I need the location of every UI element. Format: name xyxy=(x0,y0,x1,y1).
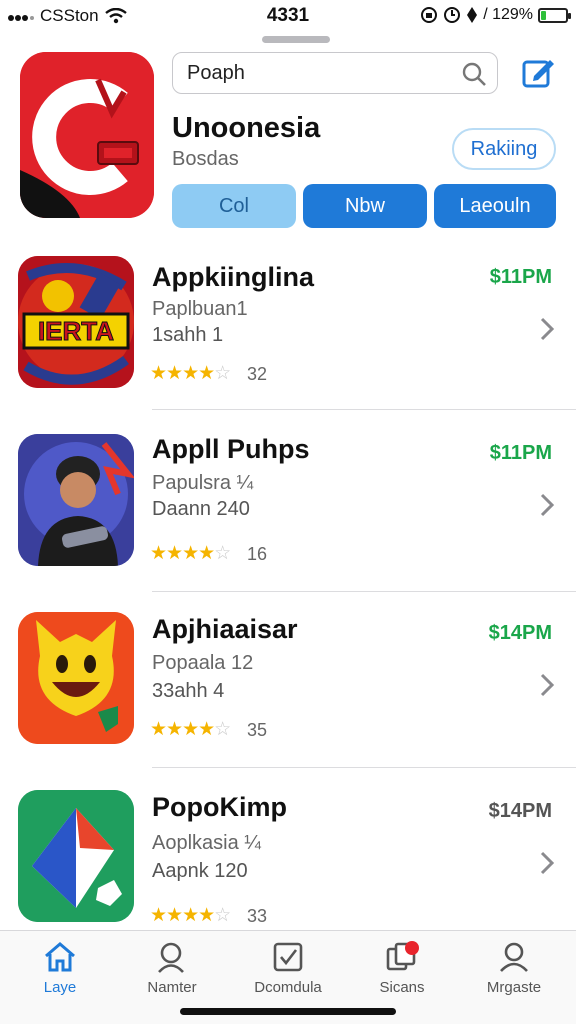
segment-button-1[interactable]: Col xyxy=(172,184,296,228)
featured-logo-icon xyxy=(20,52,154,218)
battery-percent: / 129% xyxy=(483,6,533,23)
rating-count: 32 xyxy=(247,364,268,384)
tab-4[interactable]: Sicans xyxy=(354,937,450,996)
search-input-text[interactable]: Poaph xyxy=(187,62,245,85)
checkbox-icon xyxy=(273,942,303,972)
battery-icon xyxy=(538,7,571,23)
app-price[interactable]: $11PM xyxy=(490,266,552,289)
featured-app-icon[interactable] xyxy=(20,52,154,218)
segment-button-3[interactable]: Laeouln xyxy=(434,184,556,228)
sheet-grabber[interactable] xyxy=(262,36,330,43)
badge-stack-icon xyxy=(386,941,419,971)
app-price[interactable]: $14PM xyxy=(489,800,552,823)
tab-label: Mrgaste xyxy=(486,979,542,996)
segment-button-2[interactable]: Nbw xyxy=(303,184,427,228)
compose-icon[interactable] xyxy=(520,54,556,90)
chevron-right-icon[interactable] xyxy=(538,672,556,698)
tab-label: Sicans xyxy=(379,979,425,996)
lock-rotation-icon xyxy=(421,7,438,23)
rating-count: 35 xyxy=(247,720,268,740)
app-line-1: Popaala 12 xyxy=(152,652,254,674)
app-price[interactable]: $14PM xyxy=(489,622,552,645)
tab-2[interactable]: Namter xyxy=(124,937,220,996)
home-icon xyxy=(45,942,75,972)
list-item[interactable]: PopoKimp $14PM Aoplkasia ¼ Aapnk 120 ★★★… xyxy=(0,790,576,930)
chevron-right-icon[interactable] xyxy=(538,492,556,518)
app-name: Appkiinglina xyxy=(152,262,314,292)
home-indicator[interactable] xyxy=(180,1008,396,1015)
list-item[interactable]: Apjhiaaisar $14PM Popaala 12 33ahh 4 ★★★… xyxy=(0,612,576,768)
app-icon-art-2 xyxy=(18,434,134,566)
app-price[interactable]: $11PM xyxy=(490,442,552,465)
app-icon[interactable] xyxy=(18,612,134,744)
rating-count: 16 xyxy=(247,544,268,564)
app-line-2: 33ahh 4 xyxy=(152,680,225,702)
app-line-2: 1sahh 1 xyxy=(152,324,224,346)
app-line-2: Daann 240 xyxy=(152,498,250,520)
app-title: Unoonesia xyxy=(172,112,321,144)
location-icon xyxy=(467,7,478,23)
alarm-icon xyxy=(444,7,461,23)
app-name: PopoKimp xyxy=(152,792,287,822)
app-icon-art-4 xyxy=(18,790,134,922)
star-rating: ★★★★☆ xyxy=(150,363,231,384)
row-divider xyxy=(152,591,576,592)
tab-5[interactable]: Mrgaste xyxy=(466,937,562,996)
tab-label: Namter xyxy=(147,979,197,996)
row-divider xyxy=(152,409,576,410)
app-icon[interactable]: IERTA xyxy=(18,256,134,388)
search-icon[interactable] xyxy=(461,61,487,87)
status-right: / 129% xyxy=(420,6,571,24)
app-line-1: Aoplkasia ¼ xyxy=(152,832,261,854)
status-bar: CSSton 4331 / 129% xyxy=(0,0,576,32)
search-field[interactable]: Poaph xyxy=(172,52,498,94)
app-icon-art-3 xyxy=(18,612,134,744)
star-rating: ★★★★☆ xyxy=(150,543,231,564)
tab-3[interactable]: Dcomdula xyxy=(240,937,336,996)
row-divider xyxy=(152,767,576,768)
app-line-1: Paplbuan1 xyxy=(152,298,248,320)
tab-label: Laye xyxy=(43,979,77,996)
list-item[interactable]: Appll Puhps $11PM Papulsra ¼ Daann 240 ★… xyxy=(0,434,576,592)
ranking-button[interactable]: Rakiing xyxy=(452,128,556,170)
chevron-right-icon[interactable] xyxy=(538,316,556,342)
battery-fill xyxy=(541,10,547,20)
app-line-1: Papulsra ¼ xyxy=(152,472,254,494)
app-line-2: Aapnk 120 xyxy=(152,860,248,882)
chevron-right-icon[interactable] xyxy=(538,850,556,876)
star-rating: ★★★★☆ xyxy=(150,719,231,740)
tab-label: Dcomdula xyxy=(254,979,322,996)
rating-count: 33 xyxy=(247,906,268,926)
app-icon-wordmark: IERTA xyxy=(38,316,114,346)
tab-home[interactable]: Laye xyxy=(12,937,108,996)
account-icon xyxy=(500,942,528,972)
app-icon[interactable] xyxy=(18,434,134,566)
app-subtitle: Bosdas xyxy=(172,148,239,170)
person-search-icon xyxy=(158,942,184,973)
star-rating: ★★★★☆ xyxy=(150,905,231,926)
app-name: Appll Puhps xyxy=(152,434,310,464)
app-icon[interactable] xyxy=(18,790,134,922)
list-item[interactable]: IERTA Appkiinglina $11PM Paplbuan1 1sahh… xyxy=(0,254,576,410)
app-name: Apjhiaaisar xyxy=(152,614,298,644)
app-icon-art-1: IERTA xyxy=(18,256,134,388)
